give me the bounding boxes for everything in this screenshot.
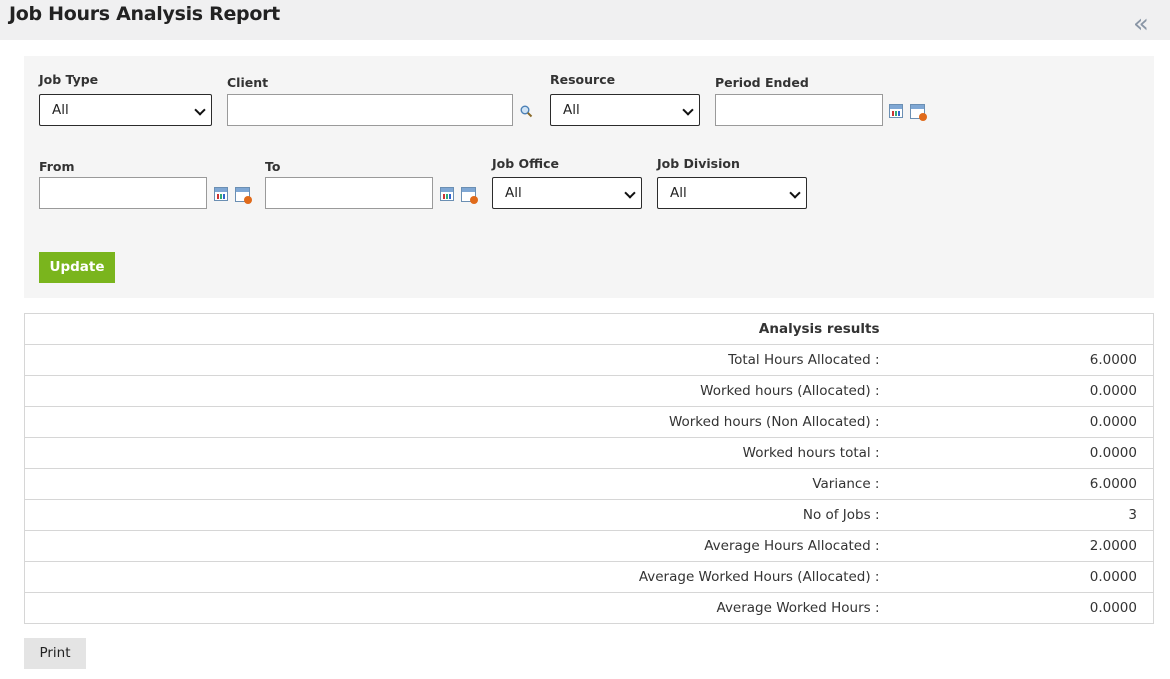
job-division-label: Job Division [657,156,740,171]
job-office-value: All [505,185,522,201]
calendar-icon[interactable] [889,104,903,118]
to-label: To [265,159,281,174]
job-office-select[interactable]: All [492,177,642,209]
analysis-results-table: Analysis results Total Hours Allocated :… [24,313,1154,624]
calendar-clear-icon[interactable] [461,187,478,204]
row-value: 6.0000 [881,344,1154,376]
table-header-row: Analysis results [25,314,1154,345]
chevron-down-icon [194,104,206,116]
row-label: Worked hours total : [24,437,882,469]
chevron-down-icon [624,187,636,199]
row-label: Average Hours Allocated : [24,530,882,562]
table-row: Variance : 6.0000 [24,468,1154,500]
row-label: No of Jobs : [24,499,882,531]
resource-select[interactable]: All [550,94,700,126]
results-header: Analysis results [758,321,880,337]
chevron-down-icon [789,187,801,199]
table-row: Total Hours Allocated : 6.0000 [24,344,1154,376]
job-type-value: All [52,102,69,118]
row-value: 0.0000 [881,561,1154,593]
table-row: Average Worked Hours (Allocated) : 0.000… [24,561,1154,593]
to-date-input[interactable] [265,177,433,209]
row-value: 2.0000 [881,530,1154,562]
resource-label: Resource [550,72,616,87]
row-value: 0.0000 [881,592,1154,624]
print-button[interactable]: Print [24,638,86,669]
table-row: Worked hours (Non Allocated) : 0.0000 [24,406,1154,438]
job-division-value: All [670,185,687,201]
from-date-input[interactable] [39,177,207,209]
row-label: Total Hours Allocated : [24,344,882,376]
job-type-select[interactable]: All [39,94,212,126]
row-label: Variance : [24,468,882,500]
calendar-clear-icon[interactable] [910,104,927,121]
client-label: Client [227,75,269,90]
from-label: From [39,159,75,174]
row-label: Worked hours (Allocated) : [24,375,882,407]
row-value: 0.0000 [881,375,1154,407]
update-button[interactable]: Update [39,252,115,283]
calendar-icon[interactable] [214,187,228,201]
title-bar: Job Hours Analysis Report « [0,0,1170,40]
page-title: Job Hours Analysis Report [9,3,280,25]
row-label: Worked hours (Non Allocated) : [24,406,882,438]
table-row: Average Hours Allocated : 2.0000 [24,530,1154,562]
resource-value: All [563,102,580,118]
results-header-value [882,314,1154,345]
job-type-label: Job Type [39,72,99,87]
calendar-icon[interactable] [440,187,454,201]
job-office-label: Job Office [492,156,559,171]
table-row: Worked hours (Allocated) : 0.0000 [24,375,1154,407]
period-ended-input[interactable] [715,94,883,126]
client-input[interactable] [227,94,513,126]
row-label: Average Worked Hours (Allocated) : [24,561,882,593]
search-icon[interactable] [519,104,533,118]
row-label: Average Worked Hours : [24,592,882,624]
collapse-panel-icon[interactable]: « [1133,11,1153,37]
row-value: 6.0000 [881,468,1154,500]
table-row: Average Worked Hours : 0.0000 [24,592,1154,624]
table-row: Worked hours total : 0.0000 [24,437,1154,469]
row-value: 3 [881,499,1154,531]
job-division-select[interactable]: All [657,177,807,209]
row-value: 0.0000 [881,437,1154,469]
table-row: No of Jobs : 3 [24,499,1154,531]
row-value: 0.0000 [881,406,1154,438]
calendar-clear-icon[interactable] [235,187,252,204]
chevron-down-icon [682,104,694,116]
period-ended-label: Period Ended [715,75,809,90]
